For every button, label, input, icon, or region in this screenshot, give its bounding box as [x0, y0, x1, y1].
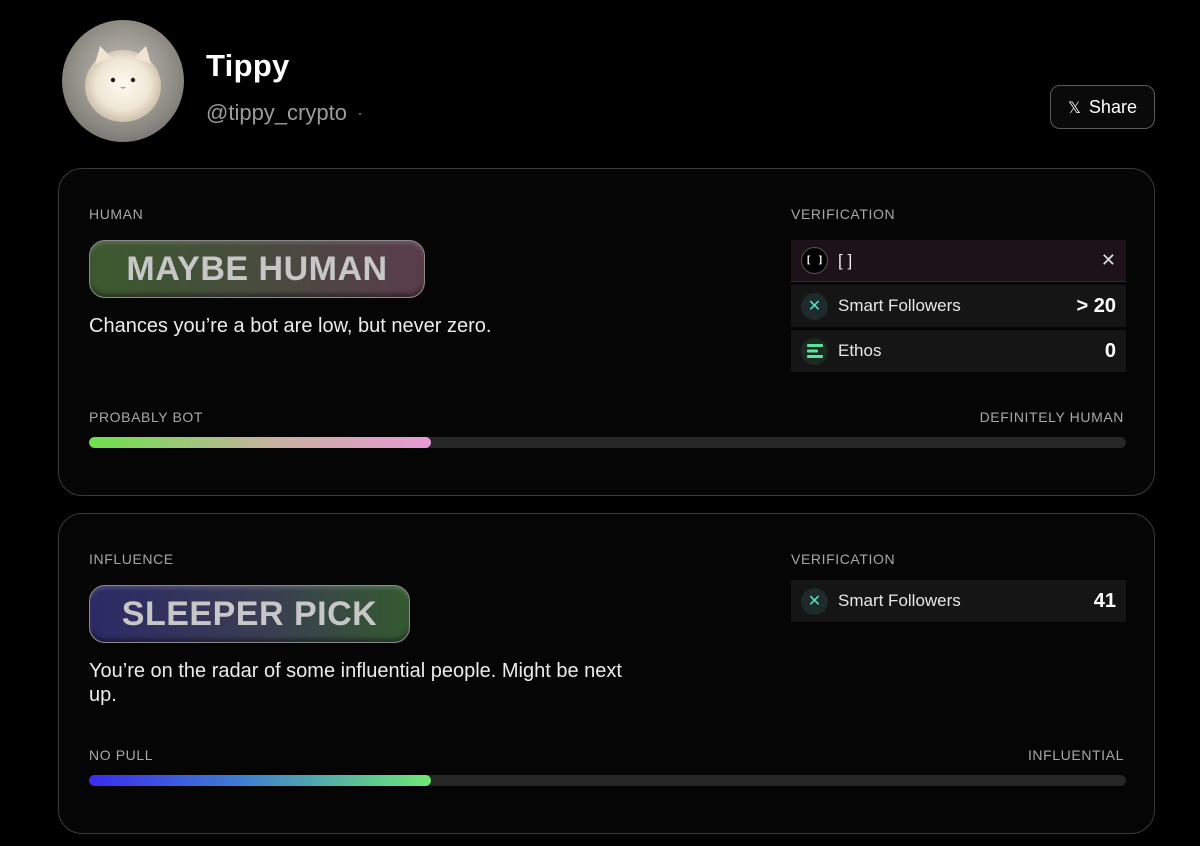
human-verdict-description: Chances you’re a bot are low, but never … [89, 315, 492, 337]
human-verification-list: [ ] [ ] ✕ ✕ Smart Followers > 20 Ethos 0 [791, 240, 1126, 375]
scale-right-label: INFLUENTIAL [1027, 747, 1124, 763]
x-logo-icon: 𝕏 [1068, 97, 1081, 117]
profile-handle-row: @tippy_crypto · [206, 100, 363, 126]
influence-scale-track [89, 775, 1126, 786]
influence-verification-list: ✕ Smart Followers 41 [791, 580, 1126, 625]
verification-row-smart-followers[interactable]: ✕ Smart Followers 41 [791, 580, 1126, 622]
influence-scale-fill [89, 775, 432, 786]
profile-page: Tippy @tippy_crypto · 𝕏 Share HUMAN MAYB… [0, 0, 1200, 846]
verification-label: Smart Followers [838, 591, 961, 610]
scale-left-label: PROBABLY BOT [89, 409, 204, 425]
bracket-icon: [ ] [801, 247, 828, 274]
scale-right-label: DEFINITELY HUMAN [979, 409, 1124, 425]
share-button[interactable]: 𝕏 Share [1050, 85, 1155, 129]
verification-value: 41 [1093, 589, 1116, 612]
verification-label: Smart Followers [838, 296, 961, 315]
influence-verification-label: VERIFICATION [791, 551, 896, 567]
influence-section-label: INFLUENCE [89, 551, 174, 567]
verification-value: 0 [1104, 339, 1116, 362]
profile-name: Tippy [206, 48, 290, 83]
human-card: HUMAN MAYBE HUMAN Chances you’re a bot a… [58, 168, 1155, 496]
human-section-label: HUMAN [89, 206, 144, 222]
verification-row-ethos[interactable]: Ethos 0 [791, 330, 1126, 372]
ethos-bars-glyph [806, 344, 823, 358]
influence-verdict-badge: SLEEPER PICK [89, 585, 410, 643]
human-scale-fill [89, 437, 432, 448]
human-scale-track [89, 437, 1126, 448]
smart-followers-icon: ✕ [801, 587, 828, 615]
human-verdict-badge: MAYBE HUMAN [89, 240, 425, 298]
influence-card: INFLUENCE SLEEPER PICK You’re on the rad… [58, 513, 1155, 834]
smart-followers-icon: ✕ [801, 292, 828, 320]
scale-left-label: NO PULL [89, 747, 154, 763]
share-label: Share [1088, 96, 1137, 117]
verification-row-smart-followers[interactable]: ✕ Smart Followers > 20 [791, 285, 1126, 327]
fluffy-cat-avatar-image [85, 46, 161, 122]
verification-value: > 20 [1076, 294, 1116, 317]
profile-handle[interactable]: @tippy_crypto [206, 100, 347, 126]
verification-label: Ethos [838, 341, 882, 360]
verification-label: [ ] [838, 250, 853, 270]
verification-row-bracket[interactable]: [ ] [ ] ✕ [791, 240, 1126, 282]
influence-verdict-description: You’re on the radar of some influential … [89, 660, 622, 706]
close-icon[interactable]: ✕ [1101, 250, 1116, 271]
human-verification-label: VERIFICATION [791, 206, 896, 222]
separator-dot: · [356, 102, 363, 123]
avatar [62, 20, 184, 142]
ethos-icon [801, 337, 828, 365]
